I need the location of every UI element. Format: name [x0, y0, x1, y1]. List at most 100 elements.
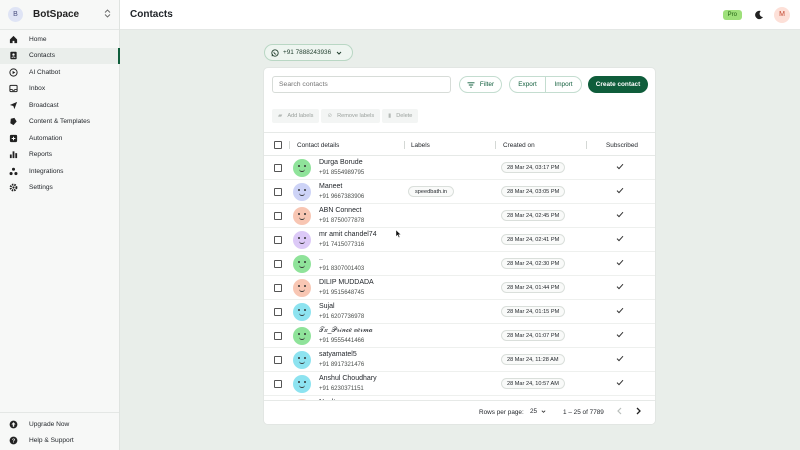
user-avatar[interactable]: M [774, 6, 790, 23]
table-row[interactable]: Sujal +91 6207736978 28 Mar 24, 01:15 PM [264, 300, 655, 324]
table-row[interactable]: .. +91 8307001403 28 Mar 24, 02:30 PM [264, 252, 655, 276]
delete-button[interactable]: ▮ Delete [382, 109, 419, 123]
add-labels-label: Add labels [287, 113, 314, 119]
sidebar-item-reports[interactable]: Reports [0, 147, 119, 164]
contact-name[interactable]: mr amit chandel74 [319, 231, 377, 238]
workspace-switcher[interactable]: B BotSpace [0, 0, 119, 30]
chevron-down-icon [336, 51, 342, 55]
contact-avatar [293, 255, 311, 273]
table-row[interactable]: DILIP MUDDADA +91 9515648745 28 Mar 24, 01… [264, 276, 655, 300]
subscribed-check-icon [616, 259, 624, 268]
sidebar-item-contacts[interactable]: Contacts [0, 47, 120, 64]
sidebar-item-label: Content & Templates [29, 118, 91, 126]
integrations-icon [8, 166, 18, 176]
contact-phone: +91 9515648745 [319, 290, 365, 296]
broadcast-icon [8, 100, 18, 110]
row-checkbox[interactable] [274, 236, 282, 244]
sidebar-item-label: Inbox [29, 85, 46, 93]
home-icon [8, 34, 18, 44]
table-row[interactable]: satyamatel5 +91 8917321476 28 Mar 24, 11:2… [264, 348, 655, 372]
label-icon: ▰ [278, 113, 283, 119]
subscribed-check-icon [616, 163, 624, 172]
column-header-labels[interactable]: Labels [411, 133, 430, 157]
sidebar-item-label: Home [29, 35, 47, 43]
column-header-subscribed[interactable]: Subscribed [606, 133, 638, 157]
sidebar-item-content-templates[interactable]: Content & Templates [0, 114, 119, 131]
export-button[interactable]: Export [509, 76, 546, 93]
row-checkbox[interactable] [274, 284, 282, 292]
sidebar-item-help[interactable]: ? Help & Support [0, 433, 119, 450]
contact-phone: +91 9667383906 [319, 194, 365, 200]
add-labels-button[interactable]: ▰ Add labels [272, 109, 320, 123]
column-divider [404, 141, 405, 149]
contact-avatar [293, 183, 311, 201]
table-row[interactable]: ABN Connect +91 8750077878 28 Mar 24, 02:4… [264, 204, 655, 228]
import-button[interactable]: Import [545, 76, 582, 93]
select-all-checkbox[interactable] [274, 141, 282, 149]
remove-labels-button[interactable]: ⊘ Remove labels [321, 109, 381, 123]
contact-name[interactable]: .. [319, 255, 323, 262]
contact-name[interactable]: Maneet [319, 183, 342, 190]
rows-per-page-select[interactable]: 25 [530, 408, 546, 415]
row-checkbox[interactable] [274, 260, 282, 268]
contact-avatar [293, 327, 311, 345]
contact-phone: +91 6207736978 [319, 314, 365, 320]
sidebar-item-integrations[interactable]: Integrations [0, 163, 119, 180]
sidebar-item-label: Upgrade Now [29, 420, 70, 428]
table-row[interactable]: Maneet +91 9667383906 speedbath.in 28 Mar 2… [264, 180, 655, 204]
created-date: 28 Mar 24, 01:15 PM [501, 306, 566, 317]
filter-button[interactable]: Filter [459, 76, 502, 93]
sidebar-item-label: Automation [29, 134, 63, 142]
contact-avatar [293, 351, 311, 369]
row-checkbox[interactable] [274, 356, 282, 364]
row-checkbox[interactable] [274, 212, 282, 220]
delete-label: Delete [396, 113, 413, 119]
row-checkbox[interactable] [274, 164, 282, 172]
row-checkbox[interactable] [274, 308, 282, 316]
contact-name[interactable]: DILIP MUDDADA [319, 279, 374, 286]
settings-icon [8, 183, 18, 193]
sidebar-item-settings[interactable]: Settings [0, 180, 119, 197]
phone-number-selector[interactable]: +91 7888243936 [264, 44, 353, 61]
search-input[interactable] [272, 76, 451, 93]
row-checkbox[interactable] [274, 380, 282, 388]
created-date: 28 Mar 24, 03:17 PM [501, 162, 566, 173]
sidebar-item-inbox[interactable]: Inbox [0, 81, 119, 98]
contact-name[interactable]: Sujal [319, 303, 335, 310]
contact-phone: +91 8917321476 [319, 362, 365, 368]
expand-collapse-icon[interactable] [104, 9, 111, 20]
sidebar-item-broadcast[interactable]: Broadcast [0, 97, 119, 114]
label-chip[interactable]: speedbath.in [408, 186, 455, 197]
sidebar-item-upgrade[interactable]: Upgrade Now [0, 416, 119, 433]
row-checkbox[interactable] [274, 332, 282, 340]
create-contact-button[interactable]: Create contact [588, 76, 648, 93]
sidebar-item-ai-chatbot[interactable]: AI Chatbot [0, 64, 119, 81]
page-title: Contacts [130, 9, 173, 20]
next-page-button[interactable] [635, 407, 642, 417]
table-row[interactable]: 𝒯𝓍_𝒫𝓇𝒾𝓃𝒸𝑒 𝓋𝑒𝓇𝓂𝒶 +91 9555441466 28 Mar 24, … [264, 324, 655, 348]
contact-phone: +91 8554989795 [319, 170, 365, 176]
contact-name[interactable]: Durga Borude [319, 159, 363, 166]
table-row[interactable]: mr amit chandel74 +91 7415077316 28 Mar 24… [264, 228, 655, 252]
sidebar-nav: Home Contacts AI Chatbot Inbox Broadcast… [0, 30, 120, 197]
contact-name[interactable]: Anshul Choudhary [319, 375, 377, 382]
filter-label: Filter [479, 81, 495, 88]
previous-page-button[interactable] [616, 407, 623, 417]
table-row[interactable]: Anshul Choudhary +91 6230371151 28 Mar 24,… [264, 372, 655, 396]
created-date: 28 Mar 24, 01:44 PM [501, 282, 566, 293]
dark-mode-toggle[interactable] [752, 8, 766, 22]
sidebar-item-home[interactable]: Home [0, 31, 119, 48]
contact-avatar [293, 279, 311, 297]
remove-labels-label: Remove labels [337, 113, 375, 119]
reports-icon [8, 150, 18, 160]
table-row[interactable]: Durga Borude +91 8554989795 28 Mar 24, 03:… [264, 156, 655, 180]
contact-name[interactable]: satyamatel5 [319, 351, 357, 358]
sidebar-item-automation[interactable]: Automation [0, 130, 119, 147]
column-header-contact[interactable]: Contact details [297, 133, 339, 157]
column-header-created[interactable]: Created on [503, 133, 535, 157]
contact-name[interactable]: 𝒯𝓍_𝒫𝓇𝒾𝓃𝒸𝑒 𝓋𝑒𝓇𝓂𝒶 [319, 327, 373, 335]
row-checkbox[interactable] [274, 188, 282, 196]
phone-number-label: +91 7888243936 [283, 49, 332, 56]
contact-name[interactable]: ABN Connect [319, 207, 361, 214]
upgrade-icon [8, 419, 18, 429]
